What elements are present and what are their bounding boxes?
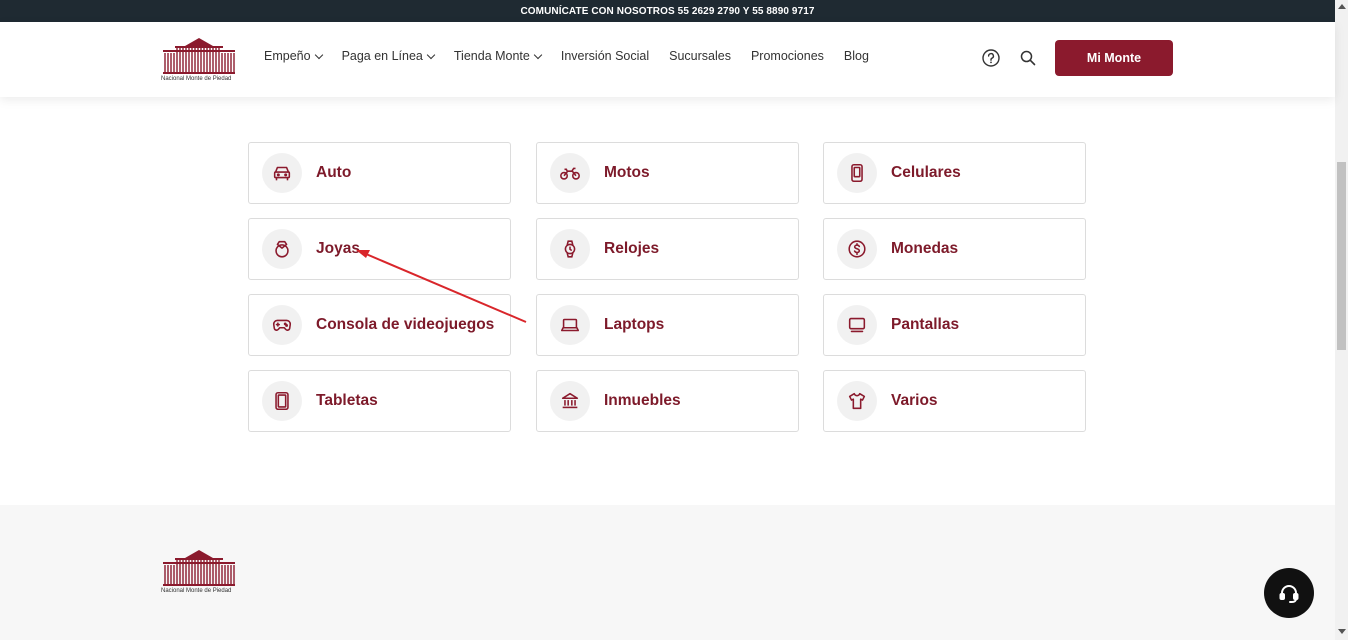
- category-label: Tabletas: [316, 392, 378, 409]
- category-label: Monedas: [891, 240, 959, 257]
- nav-tienda-label: Tienda Monte: [453, 49, 530, 63]
- nav-inversion-label: Inversión Social: [560, 49, 650, 63]
- category-card-celulares[interactable]: Celulares: [823, 142, 1086, 204]
- top-contact-bar: COMUNÍCATE CON NOSOTROS 55 2629 2790 Y 5…: [0, 0, 1335, 22]
- category-card-joyas[interactable]: Joyas: [248, 218, 511, 280]
- search-icon[interactable]: [1020, 50, 1036, 66]
- nav-sucursales[interactable]: Sucursales: [669, 49, 731, 63]
- headset-icon: [1279, 585, 1299, 603]
- page-scrollbar[interactable]: [1335, 0, 1348, 640]
- category-label: Auto: [316, 164, 352, 181]
- category-label: Joyas: [316, 240, 360, 257]
- coin-icon: [848, 240, 866, 258]
- category-label: Laptops: [604, 316, 665, 333]
- scroll-thumb[interactable]: [1337, 162, 1346, 350]
- category-card-varios[interactable]: Varios: [823, 370, 1086, 432]
- category-label: Varios: [891, 392, 938, 409]
- building-logo-icon: [163, 38, 235, 74]
- watch-icon: [564, 240, 576, 258]
- nav-promociones-label: Promociones: [750, 49, 824, 63]
- car-icon: [273, 166, 291, 181]
- contact-text: COMUNÍCATE CON NOSOTROS 55 2629 2790 Y 5…: [520, 5, 815, 17]
- main-nav: Empeño Paga en Línea Tienda Monte Invers…: [264, 49, 889, 63]
- chevron-down-icon: [426, 50, 436, 59]
- ring-icon: [275, 240, 289, 258]
- chevron-down-icon: [314, 50, 323, 59]
- phone-icon: [851, 163, 863, 183]
- category-label: Celulares: [891, 164, 961, 181]
- nav-promociones[interactable]: Promociones: [751, 49, 824, 63]
- footer-logo[interactable]: Nacional Monte de Piedad: [161, 548, 237, 598]
- category-label: Pantallas: [891, 316, 960, 333]
- logo[interactable]: Nacional Monte de Piedad: [161, 36, 237, 86]
- category-card-relojes[interactable]: Relojes: [536, 218, 799, 280]
- nav-inversion-social[interactable]: Inversión Social: [561, 49, 649, 63]
- category-card-inmuebles[interactable]: Inmuebles: [536, 370, 799, 432]
- site-footer: Nacional Monte de Piedad: [0, 505, 1335, 640]
- category-card-consola[interactable]: Consola de videojuegos: [248, 294, 511, 356]
- help-icon[interactable]: [982, 49, 1000, 67]
- scroll-up-arrow-icon[interactable]: [1338, 4, 1346, 9]
- category-label: Relojes: [604, 240, 660, 257]
- category-label: Inmuebles: [604, 392, 681, 409]
- nav-blog-label: Blog: [843, 49, 869, 63]
- nav-empeno-label: Empeño: [264, 49, 311, 63]
- mi-monte-button[interactable]: Mi Monte: [1055, 40, 1173, 76]
- tablet-icon: [275, 391, 289, 411]
- category-card-auto[interactable]: Auto: [248, 142, 511, 204]
- category-card-pantallas[interactable]: Pantallas: [823, 294, 1086, 356]
- nav-paga-label: Paga en Línea: [341, 49, 423, 63]
- building-logo-icon: [163, 550, 235, 586]
- gamepad-icon: [272, 319, 292, 331]
- nav-tienda-monte[interactable]: Tienda Monte: [453, 49, 543, 63]
- chevron-down-icon: [533, 50, 543, 59]
- support-chat-button[interactable]: [1264, 568, 1314, 618]
- nav-sucursales-label: Sucursales: [669, 49, 731, 63]
- footer-logo-text: Nacional Monte de Piedad: [161, 588, 232, 594]
- scroll-down-arrow-icon[interactable]: [1338, 629, 1346, 634]
- nav-paga-en-linea[interactable]: Paga en Línea: [341, 49, 436, 63]
- category-card-laptops[interactable]: Laptops: [536, 294, 799, 356]
- shirt-icon: [848, 392, 866, 410]
- category-grid: Auto Motos Celulares Joyas Relojes Moned…: [248, 142, 1088, 432]
- category-label: Motos: [604, 164, 650, 181]
- laptop-icon: [560, 318, 580, 332]
- motorcycle-icon: [560, 167, 580, 180]
- category-card-motos[interactable]: Motos: [536, 142, 799, 204]
- category-card-monedas[interactable]: Monedas: [823, 218, 1086, 280]
- building-icon: [561, 392, 579, 409]
- logo-text: Nacional Monte de Piedad: [161, 76, 232, 82]
- category-label: Consola de videojuegos: [316, 316, 495, 333]
- nav-empeno[interactable]: Empeño: [264, 49, 323, 63]
- nav-blog[interactable]: Blog: [844, 49, 869, 63]
- category-card-tabletas[interactable]: Tabletas: [248, 370, 511, 432]
- monitor-icon: [848, 317, 866, 333]
- site-header: Nacional Monte de Piedad Empeño Paga en …: [0, 22, 1335, 97]
